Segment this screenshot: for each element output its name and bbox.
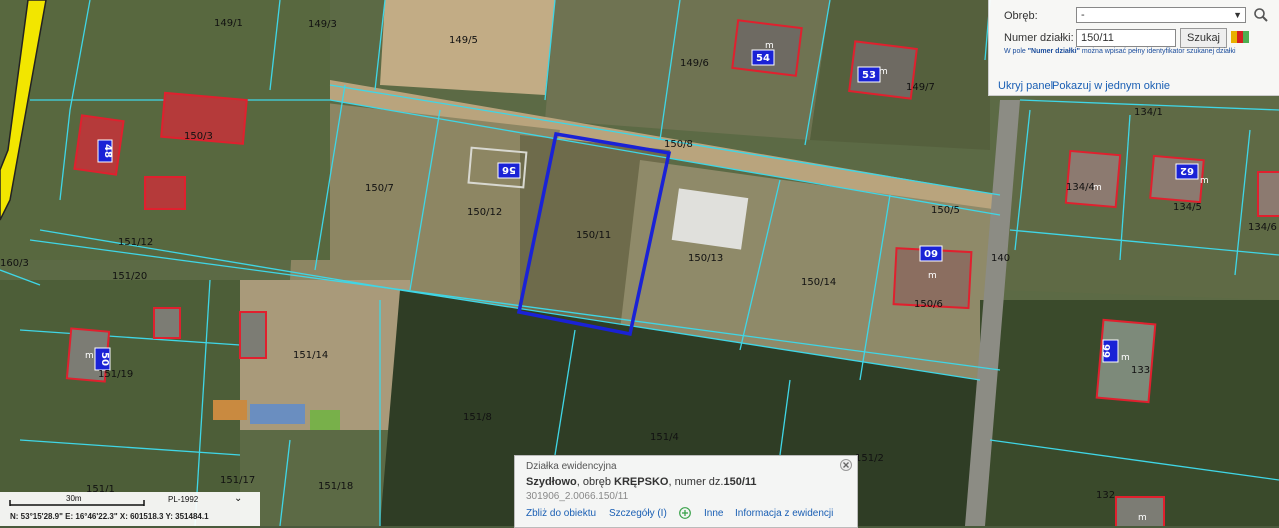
search-hint: W pole "Numer działki" można wpisać pełn…	[1004, 48, 1236, 55]
building-number: 62	[1180, 165, 1194, 176]
parcel-label: 149/7	[906, 82, 935, 93]
parcel-label: 140	[991, 253, 1010, 264]
parcel-label: 150/5	[931, 205, 960, 216]
parcel-label: 149/1	[214, 18, 243, 29]
obreb-name: KRĘPSKO	[614, 476, 669, 488]
parcel-label: 150/3	[184, 131, 213, 142]
obreb-label: Obręb:	[1004, 10, 1038, 22]
parcel-label: 151/12	[118, 237, 153, 248]
parcel-label: 150/12	[467, 207, 502, 218]
other-link[interactable]: Inne	[704, 508, 723, 519]
registry-info-link[interactable]: Informacja z ewidencji	[735, 508, 833, 519]
parcel-label: 150/13	[688, 253, 723, 264]
building-number: 53	[862, 70, 876, 81]
building-number: 54	[756, 53, 770, 64]
parcel-description: Szydłowo, obręb KRĘPSKO, numer dz.150/11	[526, 476, 757, 488]
parcel-number-input[interactable]: 150/11	[1076, 29, 1176, 47]
scale-and-coordinates-bar: 30m PL-1992 ⌄ N: 53°15'28.9" E: 16°46'22…	[0, 492, 260, 526]
building-marker: m	[85, 351, 94, 361]
parcel-label: 149/6	[680, 58, 709, 69]
parcel-label: 151/18	[318, 481, 353, 492]
obreb-select[interactable]: - ▼	[1076, 7, 1246, 23]
parcel-label: 134/6	[1248, 222, 1277, 233]
parcel-label: 149/5	[449, 35, 478, 46]
parcel-label: 133	[1131, 365, 1150, 376]
scale-label: 30m	[66, 494, 82, 503]
plus-circle-icon[interactable]	[679, 507, 691, 519]
search-icon[interactable]	[1253, 7, 1269, 23]
parcel-label: 151/19	[98, 369, 133, 380]
parcel-label: 134/5	[1173, 202, 1202, 213]
building-marker: m	[765, 41, 774, 51]
parcel-label: 151/14	[293, 350, 328, 361]
building-marker: m	[928, 271, 937, 281]
color-swatch-green[interactable]	[1243, 31, 1249, 43]
hide-panel-link[interactable]: Ukryj panel	[998, 80, 1053, 92]
building-marker: m	[1200, 176, 1209, 186]
building-number: 50	[99, 352, 110, 366]
parcel-label: 151/8	[463, 412, 492, 423]
building-number: 56	[502, 164, 516, 175]
locality-name: Szydłowo	[526, 476, 577, 488]
parcel-info-popup: Działka ewidencyjna Szydłowo, obręb KRĘP…	[514, 455, 858, 528]
chevron-down-icon[interactable]: ⌄	[234, 493, 242, 504]
building-marker: m	[1138, 513, 1147, 523]
parcel-label: 151/17	[220, 475, 255, 486]
parcel-label: 134/4	[1066, 182, 1095, 193]
parcel-label: 150/7	[365, 183, 394, 194]
details-link[interactable]: Szczegóły (I)	[609, 508, 667, 519]
parcel-label: 160/3	[0, 258, 29, 269]
search-button[interactable]: Szukaj	[1180, 28, 1227, 48]
cursor-coordinates: N: 53°15'28.9" E: 16°46'22.3" X: 601518.…	[10, 512, 209, 521]
parcel-label: 132	[1096, 490, 1115, 501]
parcel-label: 151/2	[855, 453, 884, 464]
parcel-label: 151/4	[650, 432, 679, 443]
parcel-label: 150/14	[801, 277, 836, 288]
show-one-window-link[interactable]: Pokazuj w jednym oknie	[1052, 80, 1170, 92]
parcel-label: 151/20	[112, 271, 147, 282]
popup-title: Działka ewidencyjna	[526, 461, 617, 472]
building-number: 48	[102, 144, 113, 158]
obreb-select-value: -	[1081, 9, 1085, 21]
parcel-label-selected: 150/11	[576, 230, 611, 241]
parcel-identifier: 301906_2.0066.150/11	[526, 491, 629, 502]
building-marker: m	[879, 67, 888, 77]
parcel-number: 150/11	[723, 476, 757, 488]
building-marker: m	[1121, 353, 1130, 363]
parcel-label: 134/1	[1134, 107, 1163, 118]
crs-select[interactable]: PL-1992	[168, 495, 198, 504]
building-number: 60	[924, 247, 938, 258]
chevron-down-icon: ▼	[1233, 10, 1242, 20]
zoom-to-object-link[interactable]: Zbliż do obiektu	[526, 508, 596, 519]
close-icon[interactable]	[840, 459, 852, 471]
parcel-label: 150/6	[914, 299, 943, 310]
parcel-label: 149/3	[308, 19, 337, 30]
parcel-label: 150/8	[664, 139, 693, 150]
building-number: 66	[1102, 344, 1113, 358]
parcel-number-label: Numer działki:	[1004, 32, 1074, 44]
parcel-search-panel: Obręb: - ▼ Numer działki: 150/11 Szukaj …	[988, 0, 1279, 96]
